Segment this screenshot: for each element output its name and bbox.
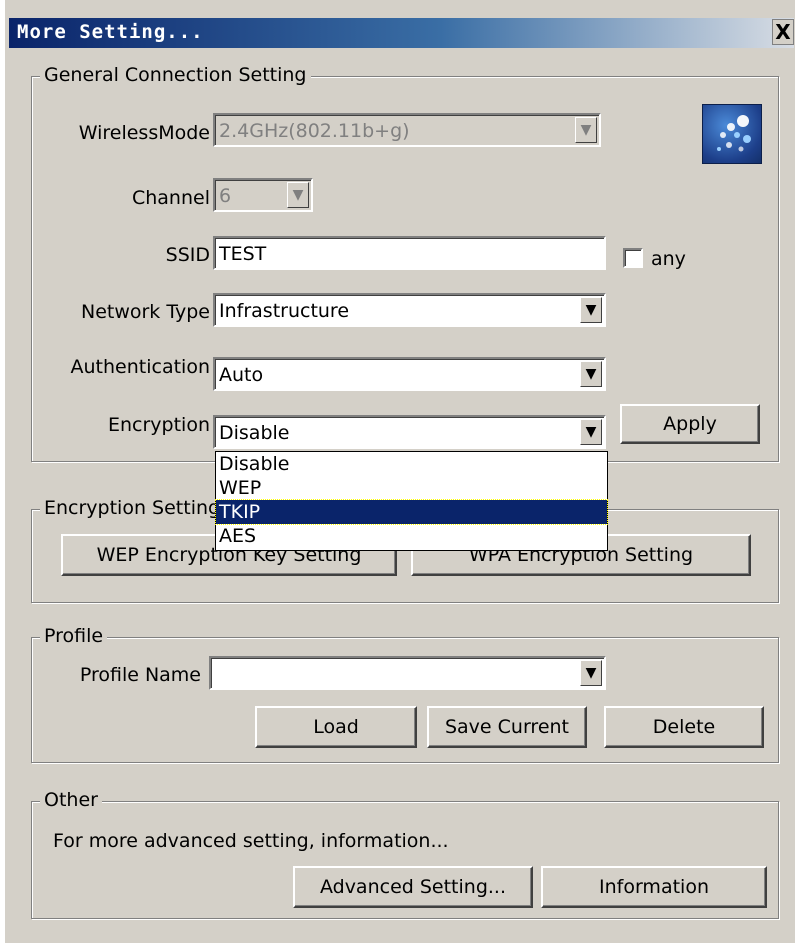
network-type-value: Infrastructure [219, 300, 350, 322]
other-legend: Other [40, 789, 102, 811]
encryption-select[interactable]: Disable ▼ [213, 415, 606, 449]
title-bar[interactable]: More Setting... X [9, 18, 794, 48]
close-button[interactable]: X [772, 19, 794, 45]
wireless-logo-icon [702, 104, 762, 164]
profile-name-select[interactable]: ▼ [209, 656, 606, 690]
apply-button[interactable]: Apply [620, 404, 760, 444]
wireless-mode-label: WirelessMode [78, 122, 210, 144]
more-setting-window: More Setting... X General Connection Set… [4, 0, 795, 943]
channel-value: 6 [219, 185, 232, 207]
profile-name-label: Profile Name [79, 664, 201, 686]
encryption-option-disable[interactable]: Disable [216, 452, 607, 476]
encryption-value: Disable [219, 422, 290, 444]
wireless-mode-select[interactable]: 2.4GHz(802.11b+g) ▼ [213, 113, 601, 147]
encryption-dropdown-list[interactable]: Disable WEP TKIP AES [215, 451, 608, 551]
save-current-button[interactable]: Save Current [427, 706, 587, 748]
delete-button[interactable]: Delete [604, 706, 764, 748]
general-connection-legend: General Connection Setting [40, 64, 311, 86]
chevron-down-icon[interactable]: ▼ [580, 361, 602, 387]
channel-select[interactable]: 6 ▼ [213, 178, 313, 212]
profile-legend: Profile [40, 625, 108, 647]
ssid-input[interactable]: TEST [213, 236, 606, 270]
encryption-option-aes[interactable]: AES [216, 524, 607, 548]
authentication-select[interactable]: Auto ▼ [213, 357, 606, 391]
authentication-value: Auto [219, 364, 264, 386]
window-title: More Setting... [17, 21, 204, 43]
channel-label: Channel [131, 187, 210, 209]
chevron-down-icon[interactable]: ▼ [580, 660, 602, 686]
encryption-option-wep[interactable]: WEP [216, 476, 607, 500]
information-button[interactable]: Information [541, 866, 767, 908]
ssid-value: TEST [219, 243, 267, 265]
wireless-mode-value: 2.4GHz(802.11b+g) [219, 120, 410, 142]
other-description: For more advanced setting, information..… [53, 830, 449, 852]
network-type-label: Network Type [80, 301, 210, 323]
encryption-setting-legend: Encryption Setting [40, 497, 225, 519]
chevron-down-icon[interactable]: ▼ [580, 297, 602, 323]
ssid-label: SSID [165, 244, 210, 266]
chevron-down-icon[interactable]: ▼ [575, 117, 597, 143]
ssid-any-checkbox[interactable] [623, 248, 643, 268]
chevron-down-icon[interactable]: ▼ [287, 182, 309, 208]
encryption-option-tkip[interactable]: TKIP [215, 499, 608, 525]
ssid-any-label: any [651, 248, 686, 270]
network-type-select[interactable]: Infrastructure ▼ [213, 293, 606, 327]
encryption-label: Encryption [107, 414, 210, 436]
load-button[interactable]: Load [255, 706, 417, 748]
authentication-label: Authentication [70, 356, 210, 378]
advanced-setting-button[interactable]: Advanced Setting... [293, 866, 533, 908]
chevron-down-icon[interactable]: ▼ [580, 419, 602, 445]
